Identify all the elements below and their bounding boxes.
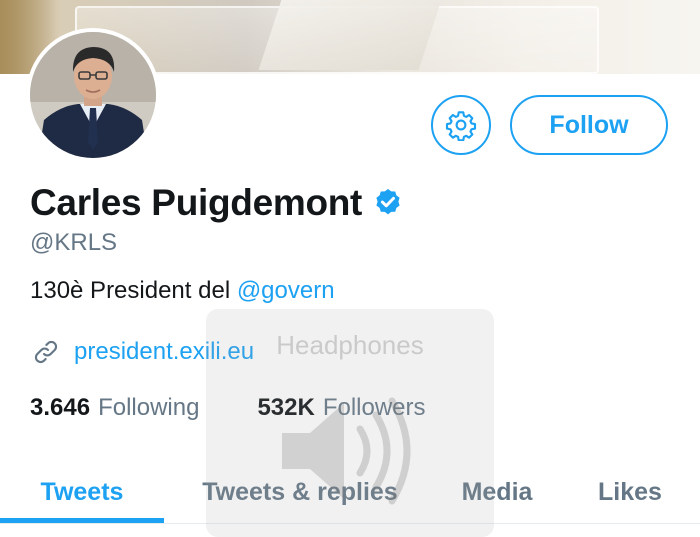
settings-button[interactable] <box>431 95 491 155</box>
speaker-icon <box>282 397 411 505</box>
handle: @KRLS <box>30 229 118 256</box>
following-label: Following <box>98 394 200 421</box>
avatar-photo <box>30 32 156 158</box>
headphones-label: Headphones <box>276 330 424 360</box>
verified-badge-icon <box>376 189 400 215</box>
display-name: Carles Puigdemont <box>30 182 363 223</box>
banner-ballot-paper <box>258 0 442 70</box>
tab-likes[interactable]: Likes <box>570 460 690 524</box>
follow-button[interactable]: Follow <box>510 95 668 155</box>
avatar[interactable] <box>26 28 160 162</box>
gear-icon <box>445 111 477 141</box>
following-stat[interactable]: 3.646 Following <box>30 394 199 422</box>
bio: 130è President del @govern <box>30 277 335 305</box>
bio-mention-link[interactable]: @govern <box>237 277 335 304</box>
tab-tweets[interactable]: Tweets <box>0 460 164 524</box>
bio-text: 130è President del <box>30 277 237 304</box>
following-count: 3.646 <box>30 394 91 421</box>
headphones-overlay: Headphones <box>206 309 494 537</box>
name-row: Carles Puigdemont <box>30 180 404 226</box>
link-icon <box>34 340 58 364</box>
